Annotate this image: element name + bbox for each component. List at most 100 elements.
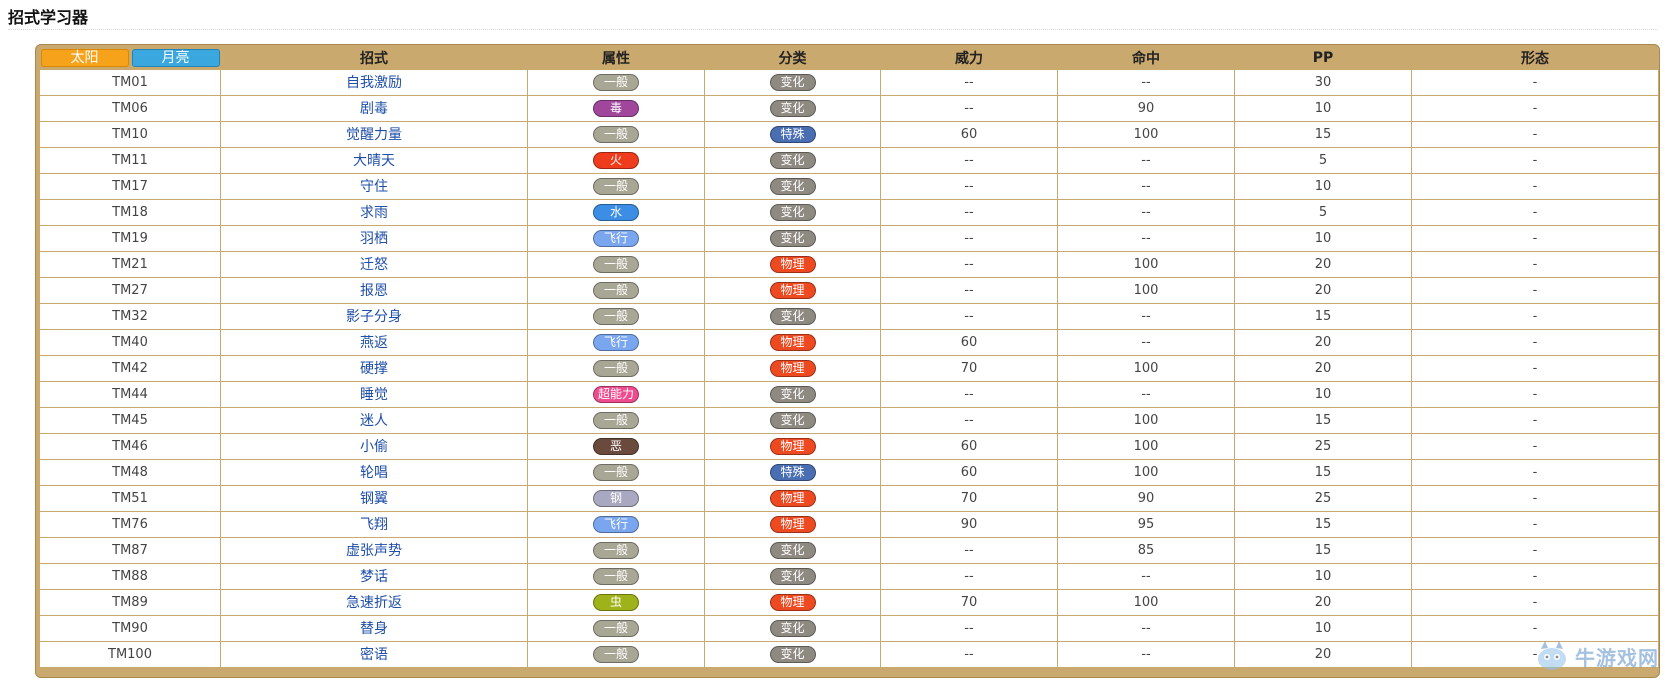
- cell-category: 变化: [704, 198, 881, 226]
- cell-type: 钢: [527, 484, 705, 512]
- cell-power: --: [880, 68, 1058, 96]
- cell-pp: 15: [1234, 302, 1412, 330]
- cell-accuracy: 100: [1057, 250, 1235, 278]
- cell-tm: TM10: [39, 120, 221, 148]
- table-row: TM89 急速折返 虫 物理 70 100 20-: [39, 588, 1659, 616]
- type-badge: 一般: [593, 619, 639, 637]
- move-link[interactable]: 小偷: [360, 439, 388, 455]
- cell-pp: 20: [1234, 640, 1412, 668]
- type-badge: 一般: [593, 463, 639, 481]
- cell-accuracy: 100: [1057, 120, 1235, 148]
- cell-accuracy: --: [1057, 562, 1235, 590]
- cell-power: 70: [880, 588, 1058, 616]
- cell-tm: TM32: [39, 302, 221, 330]
- cell-form: -: [1411, 224, 1659, 252]
- move-link[interactable]: 迁怒: [360, 257, 388, 273]
- type-badge: 一般: [593, 281, 639, 299]
- cell-form: -: [1411, 198, 1659, 226]
- cell-pp: 10: [1234, 380, 1412, 408]
- cell-type: 一般: [527, 458, 705, 486]
- column-header-pp: PP: [1234, 48, 1412, 69]
- cell-move: 羽栖: [220, 224, 528, 252]
- cell-tm: TM90: [39, 614, 221, 642]
- move-link[interactable]: 燕返: [360, 335, 388, 351]
- move-link[interactable]: 虚张声势: [346, 543, 402, 559]
- type-badge: 虫: [593, 593, 639, 611]
- move-link[interactable]: 羽栖: [360, 231, 388, 247]
- move-link[interactable]: 觉醒力量: [346, 127, 402, 143]
- cell-form: -: [1411, 562, 1659, 590]
- type-badge: 一般: [593, 411, 639, 429]
- move-link[interactable]: 梦话: [360, 569, 388, 585]
- cell-power: --: [880, 380, 1058, 408]
- type-badge: 水: [593, 203, 639, 221]
- cell-move: 密语: [220, 640, 528, 668]
- cell-power: --: [880, 536, 1058, 564]
- move-link[interactable]: 求雨: [360, 205, 388, 221]
- column-header-move: 招式: [220, 48, 528, 69]
- tab-moon[interactable]: 月亮: [131, 49, 220, 68]
- cell-power: --: [880, 276, 1058, 304]
- move-link[interactable]: 自我激励: [346, 75, 402, 91]
- table-row: TM48 轮唱 一般 特殊 60 100 15-: [39, 458, 1659, 486]
- cell-type: 水: [527, 198, 705, 226]
- cell-power: --: [880, 198, 1058, 226]
- move-link[interactable]: 影子分身: [346, 309, 402, 325]
- move-link[interactable]: 替身: [360, 621, 388, 637]
- tab-sun[interactable]: 太阳: [40, 49, 129, 68]
- cell-tm: TM100: [39, 640, 221, 668]
- category-badge: 变化: [769, 541, 816, 559]
- move-link[interactable]: 迷人: [360, 413, 388, 429]
- cell-form: -: [1411, 68, 1659, 96]
- cell-accuracy: --: [1057, 224, 1235, 252]
- move-link[interactable]: 急速折返: [346, 595, 402, 611]
- table-row: TM76 飞翔 飞行 物理 90 95 15-: [39, 510, 1659, 538]
- cell-power: 60: [880, 328, 1058, 356]
- cell-accuracy: --: [1057, 614, 1235, 642]
- cell-tm: TM42: [39, 354, 221, 382]
- cell-accuracy: 95: [1057, 510, 1235, 538]
- table-row: TM44 睡觉 超能力 变化 -- -- 10-: [39, 380, 1659, 408]
- cell-form: -: [1411, 588, 1659, 616]
- cell-pp: 5: [1234, 198, 1412, 226]
- cell-move: 大晴天: [220, 146, 528, 174]
- cell-move: 虚张声势: [220, 536, 528, 564]
- move-link[interactable]: 睡觉: [360, 387, 388, 403]
- move-link[interactable]: 轮唱: [360, 465, 388, 481]
- cell-category: 变化: [704, 94, 881, 122]
- move-link[interactable]: 密语: [360, 647, 388, 663]
- cell-tm: TM48: [39, 458, 221, 486]
- move-link[interactable]: 飞翔: [360, 517, 388, 533]
- move-link[interactable]: 硬撑: [360, 361, 388, 377]
- cell-move: 自我激励: [220, 68, 528, 96]
- move-link[interactable]: 剧毒: [360, 101, 388, 117]
- site-watermark: 牛游戏网: [1533, 639, 1659, 673]
- cell-tm: TM89: [39, 588, 221, 616]
- table-row: TM90 替身 一般 变化 -- -- 10-: [39, 614, 1659, 642]
- cell-accuracy: 100: [1057, 354, 1235, 382]
- cell-type: 一般: [527, 406, 705, 434]
- table-row: TM32 影子分身 一般 变化 -- -- 15-: [39, 302, 1659, 330]
- table-row: TM27 报恩 一般 物理 -- 100 20-: [39, 276, 1659, 304]
- cell-move: 轮唱: [220, 458, 528, 486]
- type-badge: 一般: [593, 177, 639, 195]
- cell-tm: TM19: [39, 224, 221, 252]
- cell-move: 替身: [220, 614, 528, 642]
- cell-accuracy: --: [1057, 172, 1235, 200]
- category-badge: 特殊: [769, 463, 816, 481]
- cell-category: 变化: [704, 146, 881, 174]
- cell-category: 变化: [704, 380, 881, 408]
- cell-accuracy: 100: [1057, 458, 1235, 486]
- move-link[interactable]: 钢翼: [360, 491, 388, 507]
- table-row: TM19 羽栖 飞行 变化 -- -- 10-: [39, 224, 1659, 252]
- table-row: TM88 梦话 一般 变化 -- -- 10-: [39, 562, 1659, 590]
- move-link[interactable]: 大晴天: [353, 153, 395, 169]
- move-link[interactable]: 报恩: [360, 283, 388, 299]
- cell-accuracy: --: [1057, 328, 1235, 356]
- table-row: TM100 密语 一般 变化 -- -- 20-: [39, 640, 1659, 668]
- table-row: TM46 小偷 恶 物理 60 100 25-: [39, 432, 1659, 460]
- cell-type: 恶: [527, 432, 705, 460]
- cell-move: 急速折返: [220, 588, 528, 616]
- move-link[interactable]: 守住: [360, 179, 388, 195]
- table-row: TM51 钢翼 钢 物理 70 90 25-: [39, 484, 1659, 512]
